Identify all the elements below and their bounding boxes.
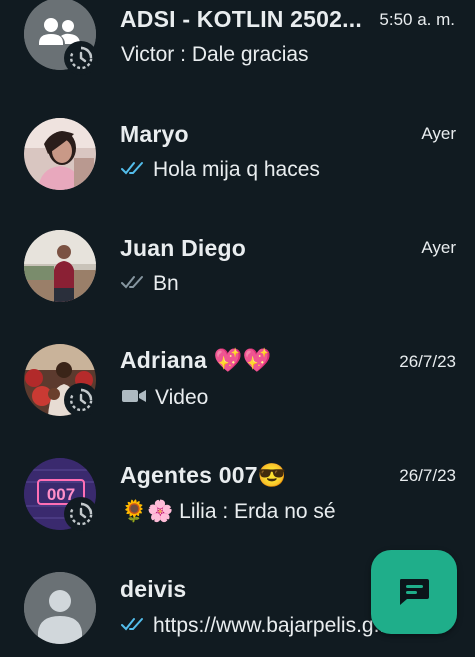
person-avatar-icon — [24, 572, 96, 644]
profile-photo — [24, 230, 96, 302]
chat-preview: https://www.bajarpelis.g... — [121, 614, 391, 638]
sender-name: Lilia : — [179, 500, 234, 523]
emoji-prefix: 🌻🌸 — [121, 500, 180, 523]
chat-name: deivis — [120, 576, 187, 602]
chat-time: 26/7/23 — [399, 352, 456, 371]
chat-time: Ayer — [421, 124, 456, 143]
chat-preview: 🌻🌸 Lilia : Erda no sé — [121, 500, 336, 524]
chat-row-juan-diego[interactable]: Juan Diego Ayer Bn — [0, 228, 475, 342]
chat-name: Juan Diego — [120, 235, 246, 261]
chat-row-adsi-kotlin[interactable]: ADSI - KOTLIN 2502... 5:50 a. m. Victor … — [0, 0, 475, 114]
chat-row-maryo[interactable]: Maryo Ayer Hola mija q haces — [0, 114, 475, 228]
chat-name: Maryo — [120, 121, 189, 147]
avatar[interactable] — [24, 118, 96, 190]
chat-preview: Bn — [121, 272, 179, 296]
message-text: Hola mija q haces — [153, 158, 320, 181]
chat-name: ADSI - KOTLIN 2502... — [120, 6, 362, 32]
chat-preview: Hola mija q haces — [121, 158, 320, 182]
chat-preview: Victor : Dale gracias — [121, 43, 309, 67]
sender-name: Victor : — [121, 43, 192, 66]
video-camera-icon — [121, 386, 147, 410]
chat-row-adriana[interactable]: Adriana 💖💖 26/7/23 Video — [0, 342, 475, 456]
avatar[interactable] — [24, 572, 96, 644]
message-text: Video — [155, 386, 209, 409]
message-text: Dale gracias — [191, 43, 309, 66]
new-chat-icon — [400, 579, 429, 605]
disappearing-timer-icon — [64, 383, 98, 417]
new-chat-button[interactable] — [371, 550, 457, 634]
chat-time: 5:50 a. m. — [379, 10, 455, 29]
chat-name: Agentes 007😎 — [120, 462, 287, 488]
chat-time: Ayer — [421, 238, 456, 257]
disappearing-timer-icon — [64, 41, 98, 75]
double-check-blue-icon — [121, 158, 147, 182]
avatar[interactable] — [24, 230, 96, 302]
message-text: Bn — [153, 272, 179, 295]
disappearing-timer-icon — [64, 497, 98, 531]
message-text: https://www.bajarpelis.g... — [153, 614, 392, 637]
chat-time: 26/7/23 — [399, 466, 456, 485]
chat-list: ADSI - KOTLIN 2502... 5:50 a. m. Victor … — [0, 0, 475, 657]
chat-preview: Video — [121, 386, 208, 410]
message-text: Erda no sé — [234, 500, 336, 523]
chat-name: Adriana 💖💖 — [120, 347, 272, 373]
double-check-grey-icon — [121, 272, 147, 296]
profile-photo — [24, 118, 96, 190]
double-check-blue-icon — [121, 614, 147, 638]
